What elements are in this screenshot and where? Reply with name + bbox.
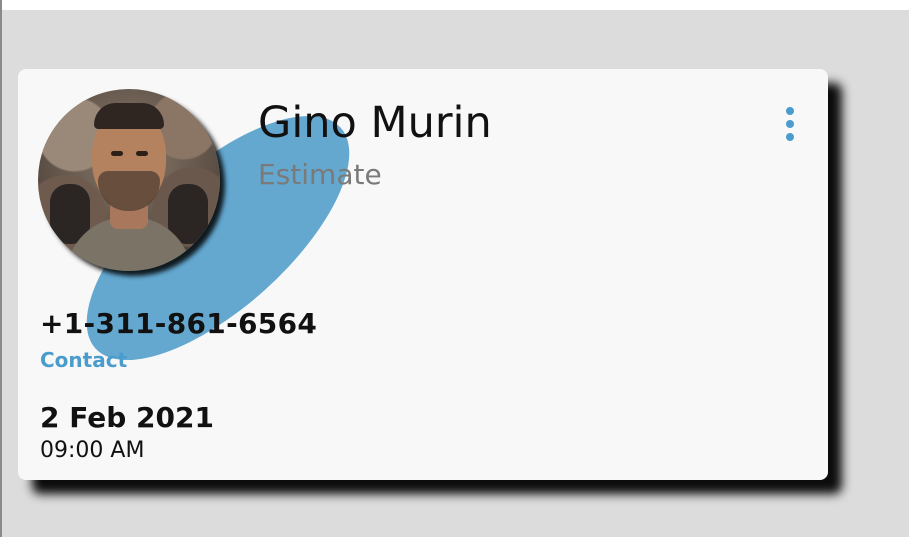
avatar-eye-right [136,151,148,156]
appointment-time: 09:00 AM [40,438,145,463]
avatar-hair [94,103,164,129]
contact-card[interactable]: Gino Murin Estimate +1-311-861-6564 Cont… [18,69,828,480]
page-canvas: Gino Murin Estimate +1-311-861-6564 Cont… [2,10,909,537]
contact-link[interactable]: Contact [40,348,127,372]
menu-dot [786,120,794,128]
appointment-date: 2 Feb 2021 [40,401,214,434]
contact-status: Estimate [258,158,382,191]
viewport: Gino Murin Estimate +1-311-861-6564 Cont… [0,0,909,537]
contact-name: Gino Murin [258,98,492,148]
menu-dot [786,107,794,115]
avatar-eye-left [111,151,123,156]
more-vertical-icon[interactable] [780,107,800,147]
menu-dot [786,133,794,141]
phone-number: +1-311-861-6564 [40,307,318,340]
avatar [38,89,220,271]
